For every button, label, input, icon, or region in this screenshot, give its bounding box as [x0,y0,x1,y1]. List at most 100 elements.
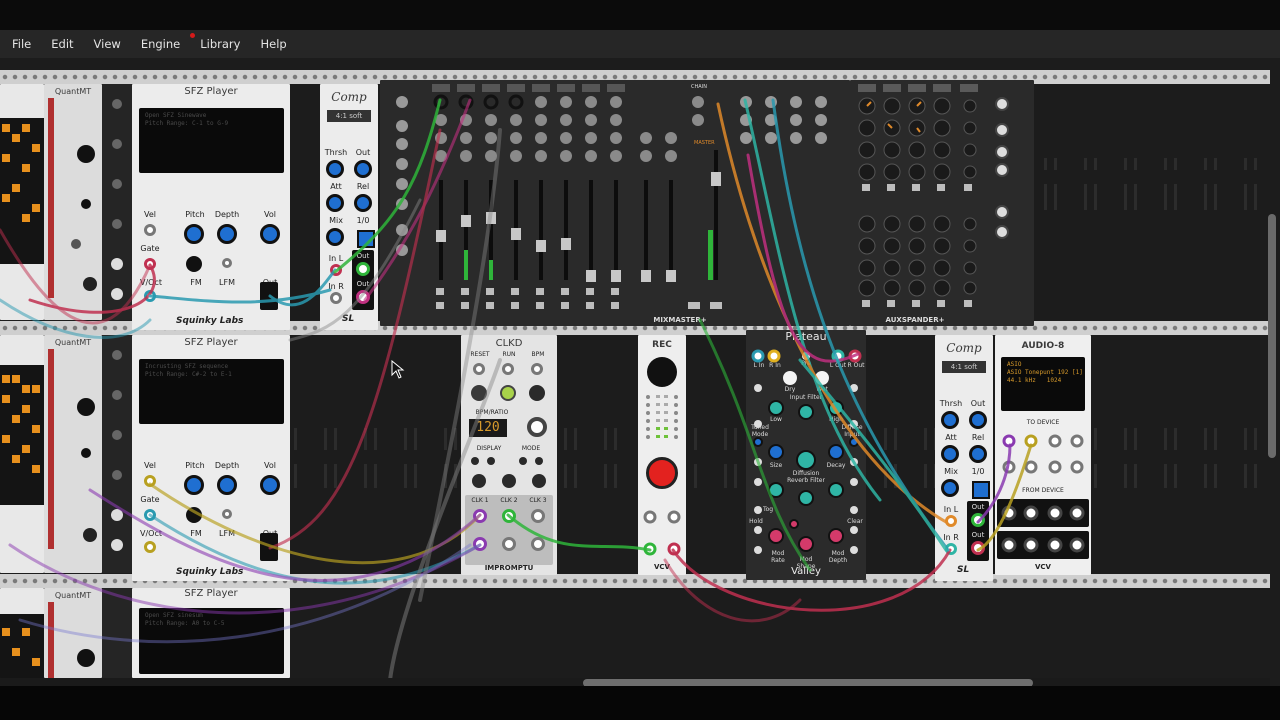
thrsh-knob[interactable] [941,411,959,429]
clk1-jack[interactable] [473,509,487,523]
run-out-jack[interactable] [502,537,516,551]
voct-jack[interactable] [144,290,156,302]
in-l-jack[interactable] [945,515,957,527]
attenuator-module[interactable] [102,335,132,573]
sfz-player-module-bottom[interactable]: SFZ Player Open SFZ sinesum Pitch Range:… [132,588,290,678]
attenuator-module[interactable] [102,588,132,678]
bpm-knob[interactable] [529,385,545,401]
lfm-jack[interactable] [222,509,232,519]
clk2-jack[interactable] [502,509,516,523]
out-jack[interactable] [260,533,278,561]
fm-knob[interactable] [186,507,202,523]
vertical-scrollbar-thumb[interactable] [1268,214,1276,458]
depth-knob[interactable] [217,475,237,495]
quantmt-module-mid[interactable]: QuantMT [44,335,102,573]
out-label: Out [355,148,371,157]
bypass-button[interactable] [972,481,990,499]
bpm-jack[interactable] [531,363,543,375]
in-r-label: In R [328,282,344,291]
in-r-jack[interactable] [330,292,342,304]
reset-jack[interactable] [473,363,485,375]
record-button[interactable] [646,457,678,489]
clk-jack-top[interactable] [527,417,547,437]
att-knob[interactable] [941,445,959,463]
clk2-label: CLK 2 [500,497,518,504]
in-l-jack[interactable] [330,264,342,276]
sfz-screen: Open SFZ Sinewave Pitch Range: C-1 to G-… [139,108,284,173]
sequencer-module[interactable] [0,588,44,678]
pitch-label: Pitch [185,461,205,470]
out-knob[interactable] [969,411,987,429]
voct-jack[interactable] [144,541,156,553]
mix-knob[interactable] [326,228,344,246]
comp-module-top[interactable]: Comp 4:1 soft Thrsh Out Att Rel Mix 1/0 … [320,84,378,330]
rel-knob[interactable] [969,445,987,463]
out-r-jack[interactable] [971,541,985,555]
run-button[interactable] [500,385,516,401]
vol-knob[interactable] [260,475,280,495]
ratio-select[interactable]: 4:1 soft [327,110,371,122]
gain-knob[interactable] [647,357,677,387]
menu-help[interactable]: Help [252,37,294,51]
gate-jack[interactable] [144,258,156,270]
out-l-jack[interactable] [356,262,370,276]
module-title: SFZ Player [184,337,238,348]
menu-file[interactable]: File [4,37,39,51]
bpm-out-jack[interactable] [531,537,545,551]
clk3-jack[interactable] [531,509,545,523]
out-l-label: Out [356,252,370,260]
module-title: CLKD [495,338,523,349]
module-title: SFZ Player [184,588,238,599]
vcv-brand: VCV [654,563,670,571]
mixmaster-module[interactable]: MASTER MIXMASTER+ CHAIN [380,80,850,326]
att-knob[interactable] [326,194,344,212]
menu-view[interactable]: View [86,37,129,51]
vel-jack[interactable] [144,224,156,236]
thrsh-knob[interactable] [326,160,344,178]
mix-label: Mix [329,216,343,225]
mod-depth-label: Mod Depth [828,550,848,564]
out-knob[interactable] [354,160,372,178]
out-l-jack[interactable] [971,513,985,527]
sequencer-module[interactable] [0,84,44,320]
comp-module-right[interactable]: Comp 4:1 soft Thrsh Out Att Rel Mix 1/0 … [935,335,993,581]
run-jack[interactable] [502,363,514,375]
reset-button[interactable] [471,385,487,401]
vol-knob[interactable] [260,224,280,244]
clkd-module[interactable]: CLKD RESET RUN BPM BPM/RATIO 120 DISPLAY… [461,335,557,575]
out-jack[interactable] [260,282,278,310]
high-label: High [829,416,843,423]
menu-library[interactable]: Library [190,33,248,51]
device-screen: ASIO ASIO Tonepunt 192 [1] 44.1 kHz 1024 [1001,357,1085,411]
reset-out-jack[interactable] [473,537,487,551]
auxspander-module[interactable]: AUXSPANDER+ [850,80,1034,326]
hold-label: Hold [749,518,763,525]
out-r-jack[interactable] [356,290,370,304]
in-r-jack[interactable] [945,543,957,555]
depth-knob[interactable] [217,224,237,244]
menu-engine[interactable]: Engine [133,37,188,51]
menu-edit[interactable]: Edit [43,37,81,51]
sequencer-module[interactable] [0,335,44,573]
audio8-module[interactable]: AUDIO-8 ASIO ASIO Tonepunt 192 [1] 44.1 … [995,335,1091,575]
rel-knob[interactable] [354,194,372,212]
ratio-select[interactable]: 4:1 soft [942,361,986,373]
lfm-jack[interactable] [222,258,232,268]
vel-jack[interactable] [144,475,156,487]
bypass-button[interactable] [357,230,375,248]
pitch-knob[interactable] [184,224,204,244]
gate-jack[interactable] [144,509,156,521]
quantmt-module-top[interactable]: QuantMT [44,84,102,320]
rec-module[interactable]: REC VCV [638,335,686,575]
quantmt-module-bottom[interactable]: QuantMT [44,588,102,678]
sfz-player-module-top[interactable]: SFZ Player Open SFZ Sinewave Pitch Range… [132,84,290,330]
mix-knob[interactable] [941,479,959,497]
depth-label: Depth [214,210,240,219]
output-panel: Out Out [352,250,374,310]
fm-knob[interactable] [186,256,202,272]
sfz-player-module-mid[interactable]: SFZ Player Incrusting SFZ sequence Pitch… [132,335,290,581]
attenuator-module[interactable] [102,84,132,320]
window-bottom-strip [0,686,1280,720]
pitch-knob[interactable] [184,475,204,495]
plateau-module[interactable]: Plateau L In R In Pre L Out R Out Dry We… [746,330,866,580]
